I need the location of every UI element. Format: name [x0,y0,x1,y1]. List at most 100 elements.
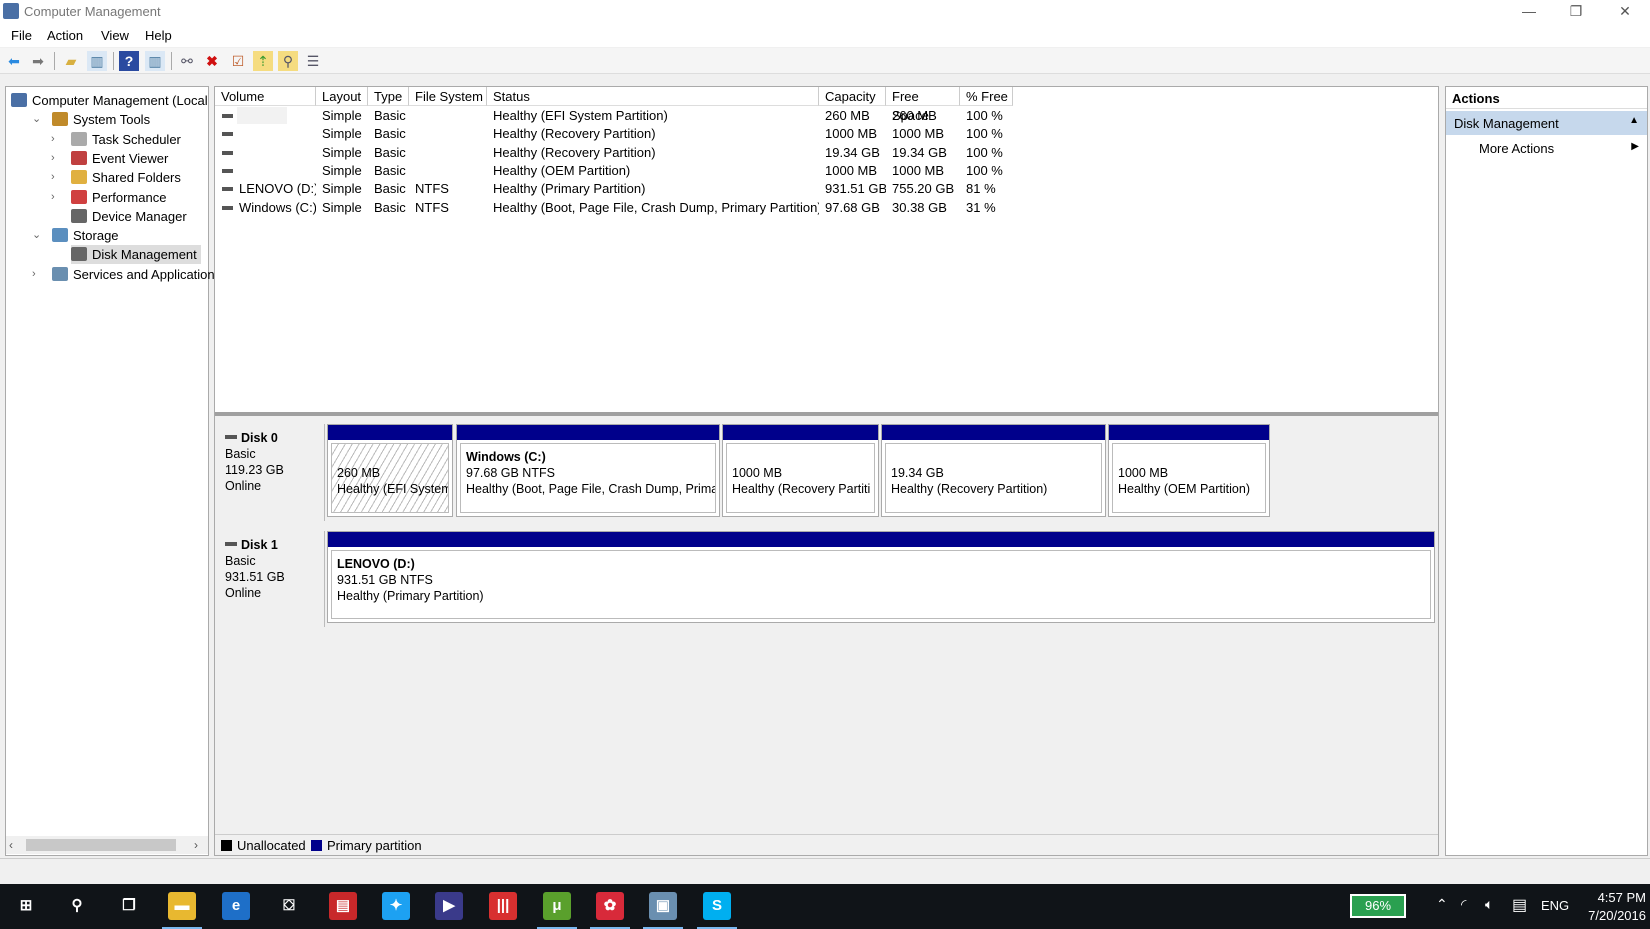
language-indicator[interactable]: ENG [1541,898,1569,913]
properties-icon[interactable]: ☑ [228,51,248,71]
column-header[interactable]: Volume [215,87,316,106]
volume-icon [222,187,233,192]
menu-file[interactable]: File [11,28,32,43]
partition[interactable]: LENOVO (D:) 931.51 GB NTFS Healthy (Primar… [327,531,1435,623]
table-row[interactable]: Simple Basic Healthy (OEM Partition) 1000 M… [215,162,1215,180]
action-center-icon[interactable]: ▤ [1512,895,1527,915]
expand-arrow-icon[interactable]: › [51,168,55,187]
column-header[interactable]: Type [368,87,409,106]
expand-arrow-icon[interactable]: › [51,188,55,207]
show-action-pane-icon[interactable]: ▥ [145,51,165,71]
disk-icon [225,542,237,546]
more-actions-item[interactable]: More Actions ▶ [1446,137,1647,159]
twitter-icon[interactable]: ✦ [382,892,410,920]
forward-icon[interactable]: ➡ [28,51,48,71]
connect-drive-icon[interactable]: ⚯ [177,51,197,71]
partition[interactable]: 260 MB Healthy (EFI System [327,424,453,517]
show-hide-tree-icon[interactable]: ▥ [87,51,107,71]
start-icon[interactable]: ⊞ [12,892,40,920]
column-header[interactable]: Status [487,87,819,106]
partition-status: Healthy (Recovery Partiti [732,482,871,496]
app-red-icon[interactable]: ✿ [596,892,624,920]
tree-item[interactable]: Disk Management [71,245,201,265]
open-icon[interactable]: ⇡ [253,51,273,71]
tree-item[interactable]: ⌄ Storage [32,226,119,245]
disk-label[interactable]: Disk 0 Basic 119.23 GB Online [215,424,325,521]
menu-bar: File Action View Help [0,24,1650,47]
search-icon[interactable]: ⚲ [63,892,91,920]
back-icon[interactable]: ⬅ [4,51,24,71]
volume-icon[interactable]: 🔈︎ [1485,896,1493,913]
table-cell [409,125,487,143]
delete-icon[interactable]: ✖ [202,51,222,71]
table-cell: Basic [374,162,406,178]
tree-item[interactable]: Device Manager [71,207,187,226]
collapse-icon[interactable]: ▲ [1629,115,1639,126]
tree-item[interactable]: › Event Viewer [51,149,168,168]
close-button[interactable]: ✕ [1602,0,1648,24]
expand-arrow-icon[interactable]: › [51,130,55,149]
table-row[interactable]: Windows (C:) Simple Basic NTFS Healthy (Boot… [215,199,1215,217]
tree-item[interactable]: › Performance [51,188,166,207]
actions-section-disk-management[interactable]: Disk Management ▲ [1446,111,1647,135]
partition[interactable]: 19.34 GB Healthy (Recovery Partition) [881,424,1106,517]
table-cell: Healthy (Recovery Partition) [493,126,656,142]
restore-button[interactable]: ❐ [1553,0,1599,24]
media-app-icon[interactable]: ||| [489,892,517,920]
tree-item-icon [11,93,27,107]
scroll-thumb[interactable] [26,839,176,851]
skype-icon[interactable]: S [703,892,731,920]
expand-arrow-icon[interactable]: › [32,265,36,284]
column-header[interactable]: File System [409,87,487,106]
scroll-left-icon[interactable]: ‹ [9,838,13,852]
menu-view[interactable]: View [101,28,129,43]
tree-item[interactable]: › Services and Applications [32,265,221,284]
show-hidden-icons-icon[interactable]: ⌃ [1436,896,1448,913]
tree-item[interactable]: › Task Scheduler [51,130,181,149]
disk-label[interactable]: Disk 1 Basic 931.51 GB Online [215,531,325,627]
table-row[interactable]: Simple Basic Healthy (Recovery Partition) 1… [215,125,1215,143]
tree-item-icon [52,228,68,243]
menu-help[interactable]: Help [145,28,172,43]
partition[interactable]: 1000 MB Healthy (OEM Partition) [1108,424,1270,517]
up-folder-icon[interactable]: ▰ [61,51,81,71]
clock[interactable]: 4:57 PM 7/20/2016 [1578,889,1646,925]
minimize-button[interactable]: — [1506,0,1552,24]
column-header[interactable]: Capacity [819,87,886,106]
partition-type-bar [882,425,1105,440]
tree-item-label: Computer Management (Local [32,93,208,108]
computer-management-icon[interactable]: ▣ [649,892,677,920]
menu-action[interactable]: Action [47,28,83,43]
column-header[interactable]: Free Space [886,87,960,123]
task-view-icon[interactable]: ❐ [115,892,143,920]
partition[interactable]: 1000 MB Healthy (Recovery Partiti [722,424,879,517]
column-header[interactable]: % Free [960,87,1013,106]
partition[interactable]: Windows (C:) 97.68 GB NTFS Healthy (Boot, … [456,424,720,517]
partition-details: 1000 MB Healthy (OEM Partition) [1112,443,1266,513]
search-icon[interactable]: ⚲ [278,51,298,71]
tree-horizontal-scrollbar[interactable]: ‹ › [6,836,208,854]
reader-icon[interactable]: ▤ [329,892,357,920]
expand-arrow-icon[interactable]: ⌄ [32,226,41,245]
file-explorer-icon[interactable]: ▬ [168,892,196,920]
disk-type: Basic [225,447,256,461]
tree-item[interactable]: ⌄ System Tools [32,110,150,129]
battery-indicator[interactable]: 96% [1350,894,1406,918]
tree-item[interactable]: › Shared Folders [51,168,181,187]
table-row[interactable]: Simple Basic Healthy (Recovery Partition) 1… [215,144,1215,162]
expand-arrow-icon[interactable]: › [51,149,55,168]
scroll-right-icon[interactable]: › [194,838,198,852]
movie-icon[interactable]: ▶ [435,892,463,920]
tree-item[interactable]: Computer Management (Local [11,91,208,110]
table-row[interactable]: LENOVO (D:) Simple Basic NTFS Healthy (Prima… [215,180,1215,198]
column-header[interactable]: Layout [316,87,368,106]
wifi-icon[interactable]: ◜ [1461,896,1466,913]
utorrent-icon[interactable]: μ [543,892,571,920]
store-icon[interactable]: ⛋ [275,892,303,920]
table-row[interactable]: Simple Basic Healthy (EFI System Partition… [215,107,1215,125]
list-icon[interactable]: ☰ [303,51,323,71]
edge-icon[interactable]: e [222,892,250,920]
expand-arrow-icon[interactable]: ⌄ [32,110,41,129]
help-icon[interactable]: ? [119,51,139,71]
table-cell: Simple [322,144,362,160]
